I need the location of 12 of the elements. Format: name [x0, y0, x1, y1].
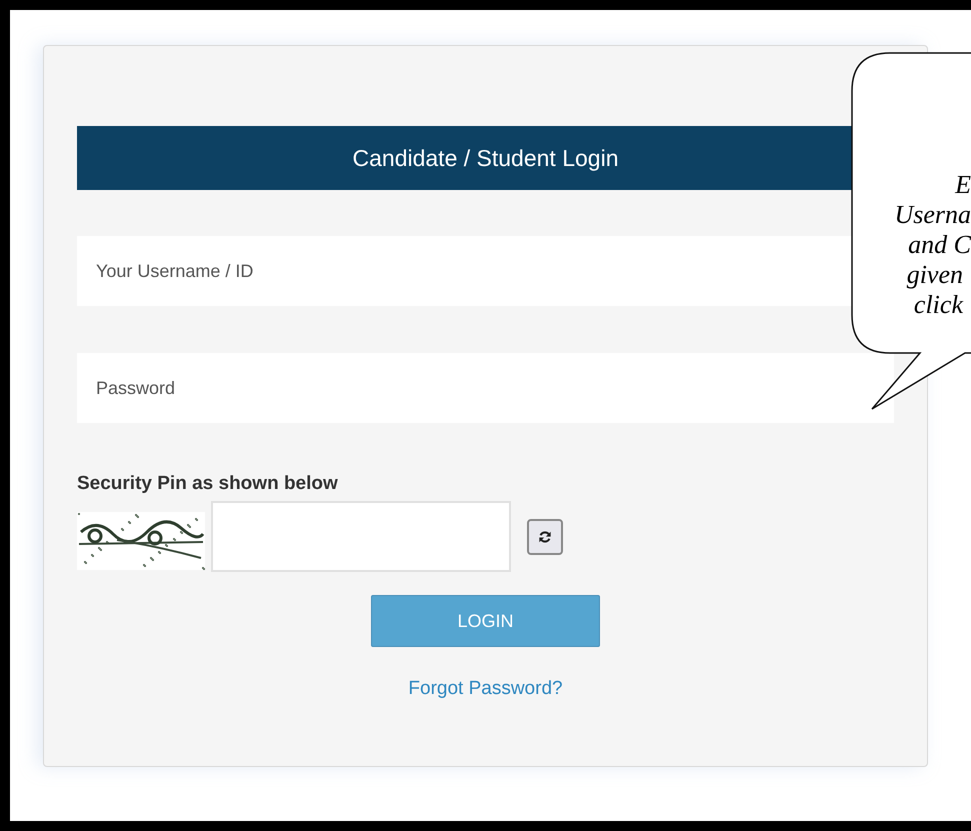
- callout-text: click: [914, 290, 964, 320]
- callout-text: E: [955, 170, 971, 200]
- callout-text: and C: [908, 230, 971, 260]
- security-pin-label: Security Pin as shown below: [77, 473, 339, 495]
- callout-text: Userna: [894, 200, 971, 230]
- refresh-button[interactable]: [527, 518, 563, 554]
- callout-text: given: [906, 260, 964, 290]
- input-field[interactable]: Password: [77, 353, 894, 423]
- refresh-icon: [538, 530, 552, 544]
- security-pin-field[interactable]: [211, 501, 511, 572]
- login-button[interactable]: LOGIN: [371, 595, 600, 647]
- forgot-password-link[interactable]: Forgot Password?: [408, 678, 563, 700]
